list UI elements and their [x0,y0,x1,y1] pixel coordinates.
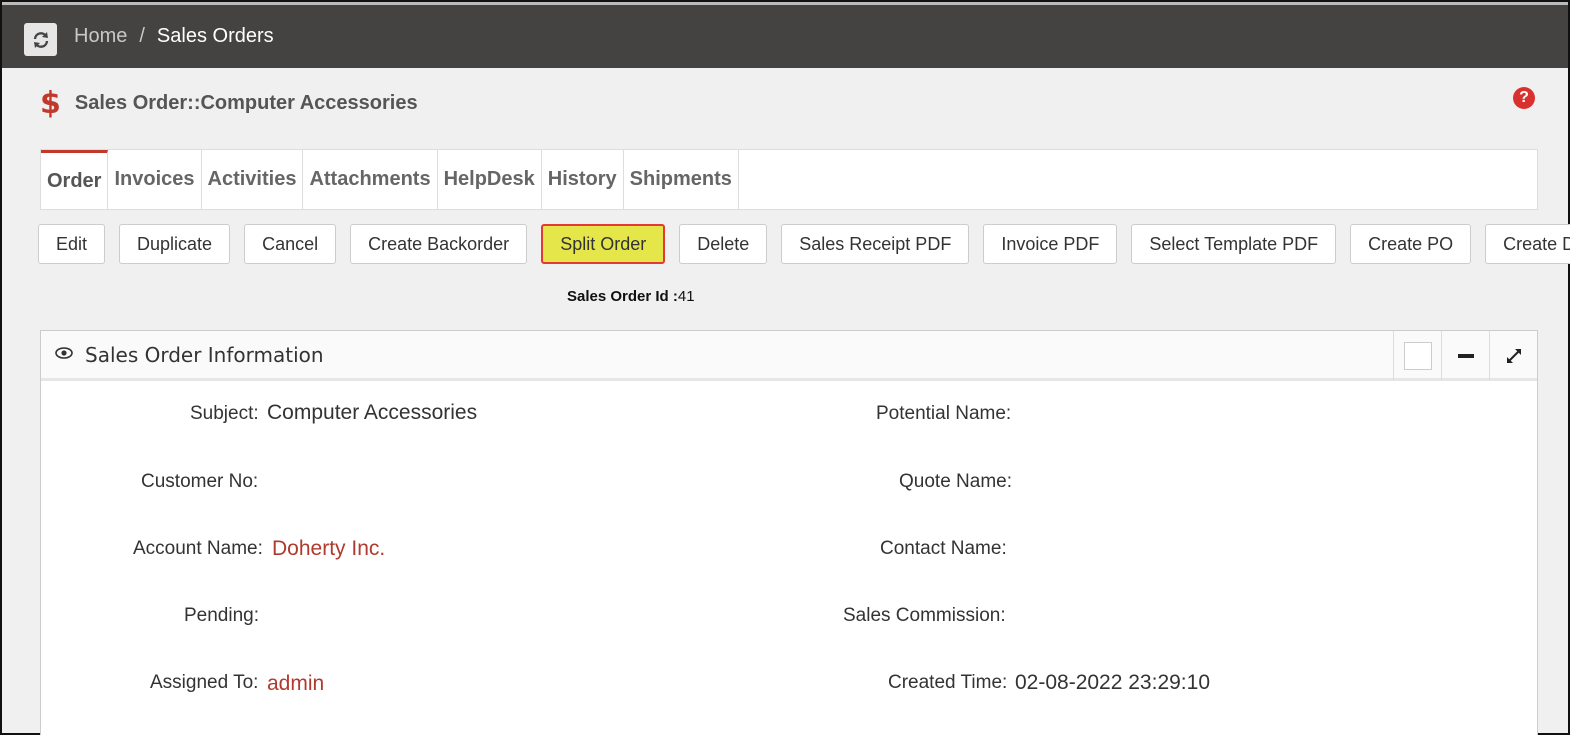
account-name-label: Account Name: [133,538,263,559]
invoice-pdf-button[interactable]: Invoice PDF [983,224,1118,264]
quote-name-label: Quote Name: [899,471,1012,492]
top-nav-bar: Home / Sales Orders [2,2,1568,68]
record-tabs: Order Invoices Activities Attachments He… [40,149,1538,210]
collapse-icon[interactable] [1441,331,1489,381]
contact-name-label: Contact Name: [880,538,1007,559]
potential-name-label: Potential Name: [876,403,1012,424]
customer-no-label: Customer No: [141,471,259,492]
sales-commission-label: Sales Commission: [843,605,1006,626]
tab-history[interactable]: History [542,150,624,209]
panel-controls [1393,331,1537,381]
breadcrumb-home[interactable]: Home [74,25,127,48]
create-backorder-button[interactable]: Create Backorder [350,224,528,264]
tab-shipments[interactable]: Shipments [624,150,739,209]
subject-value: Computer Accessories [267,401,478,424]
action-toolbar: Edit Duplicate Cancel Create Backorder S… [38,224,1570,264]
breadcrumb: Home / Sales Orders [74,25,274,48]
duplicate-button[interactable]: Duplicate [119,224,231,264]
help-icon[interactable]: ? [1513,87,1535,109]
tab-activities[interactable]: Activities [202,150,304,209]
assigned-to-link[interactable]: admin [267,672,324,696]
created-time-value: 02-08-2022 23:29:10 [1015,671,1210,694]
delete-button[interactable]: Delete [679,224,768,264]
expand-icon[interactable] [1489,331,1537,381]
panel-header: Sales Order Information [41,331,1537,381]
sales-order-id: Sales Order Id :41 [567,288,695,305]
page-header: $ Sales Order::Computer Accessories [40,86,418,121]
sales-order-id-label: Sales Order Id : [567,288,678,305]
refresh-icon [33,31,48,48]
subject-label: Subject: [190,403,259,424]
split-order-button[interactable]: Split Order [541,224,666,264]
pending-label: Pending: [184,605,260,626]
create-drop-ship-button[interactable]: Create Drop- [1485,224,1570,264]
panel-title: Sales Order Information [85,342,324,367]
assigned-to-label: Assigned To: [150,672,259,693]
tab-order[interactable]: Order [41,150,109,209]
select-template-pdf-button[interactable]: Select Template PDF [1131,224,1337,264]
sales-order-id-value: 41 [677,288,695,305]
created-time-label: Created Time: [888,672,1008,693]
edit-button[interactable]: Edit [38,224,106,264]
tab-helpdesk[interactable]: HelpDesk [438,150,542,209]
tab-invoices[interactable]: Invoices [108,150,202,209]
account-name-link[interactable]: Doherty Inc. [272,537,385,561]
panel-checkbox[interactable] [1393,331,1441,381]
page-title: Sales Order::Computer Accessories [74,92,418,114]
refresh-button[interactable] [24,23,57,56]
cancel-button[interactable]: Cancel [244,224,337,264]
sales-order-info-panel: Sales Order Information Subject: Compute… [40,330,1538,735]
breadcrumb-current: Sales Orders [156,25,274,47]
tab-attachments[interactable]: Attachments [303,150,438,209]
eye-icon [55,346,73,364]
dollar-icon: $ [40,86,61,121]
sales-receipt-pdf-button[interactable]: Sales Receipt PDF [781,224,970,264]
breadcrumb-separator: / [139,25,145,47]
create-po-button[interactable]: Create PO [1350,224,1472,264]
